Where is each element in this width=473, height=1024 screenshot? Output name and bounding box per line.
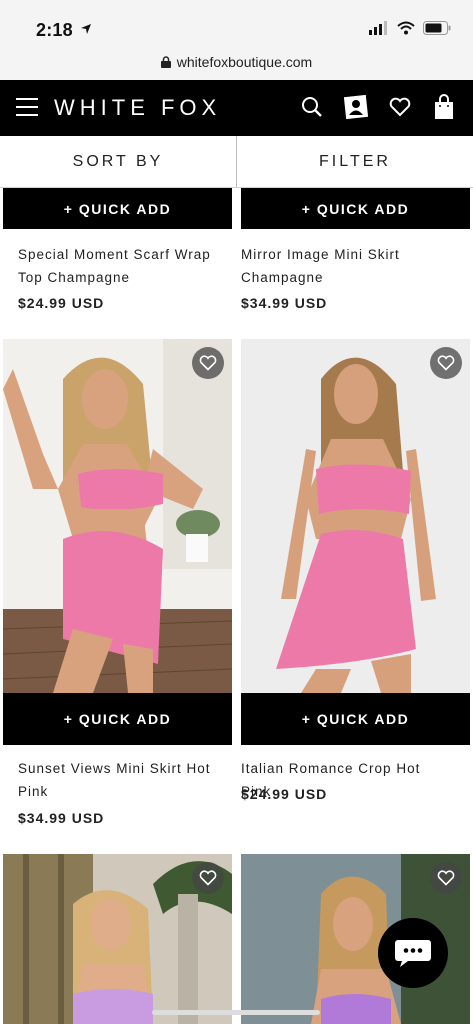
product-price: $24.99 USD bbox=[18, 295, 105, 311]
wifi-icon bbox=[397, 21, 415, 35]
status-time: 2:18 bbox=[36, 20, 73, 40]
product-price: $34.99 USD bbox=[241, 295, 328, 311]
product-title[interactable]: Special Moment Scarf Wrap Top Champagne bbox=[18, 243, 228, 289]
battery-icon bbox=[423, 21, 451, 35]
home-indicator[interactable] bbox=[152, 1010, 320, 1015]
lock-icon bbox=[160, 56, 171, 68]
chat-button[interactable] bbox=[378, 918, 448, 988]
wishlist-heart-icon[interactable] bbox=[192, 347, 224, 379]
product-price: $34.99 USD bbox=[18, 810, 105, 826]
quick-add-button[interactable]: + QUICK ADD bbox=[3, 693, 232, 745]
product-price: $24.99 USD bbox=[241, 786, 328, 802]
account-icon[interactable] bbox=[343, 94, 369, 120]
filter-button[interactable]: FILTER bbox=[237, 136, 473, 187]
product-title[interactable]: Sunset Views Mini Skirt Hot Pink bbox=[18, 757, 228, 803]
sort-filter-bar: SORT BY FILTER bbox=[0, 136, 473, 188]
product-image[interactable] bbox=[3, 854, 232, 1024]
wishlist-icon[interactable] bbox=[387, 94, 413, 120]
url-text: whitefoxboutique.com bbox=[176, 54, 313, 70]
brand-logo[interactable]: WHITE FOX bbox=[54, 95, 221, 121]
menu-icon[interactable] bbox=[16, 98, 38, 116]
search-icon[interactable] bbox=[299, 94, 325, 120]
status-bar: 2:18 bbox=[0, 0, 473, 44]
bag-icon[interactable] bbox=[431, 94, 457, 120]
product-title[interactable]: Mirror Image Mini Skirt Champagne bbox=[241, 243, 451, 289]
quick-add-button[interactable]: + QUICK ADD bbox=[241, 188, 470, 229]
product-image[interactable] bbox=[3, 339, 232, 693]
wishlist-heart-icon[interactable] bbox=[430, 862, 462, 894]
site-header: WHITE FOX bbox=[0, 80, 473, 136]
url-bar[interactable]: whitefoxboutique.com bbox=[0, 44, 473, 80]
wishlist-heart-icon[interactable] bbox=[192, 862, 224, 894]
sort-button[interactable]: SORT BY bbox=[0, 136, 236, 187]
wishlist-heart-icon[interactable] bbox=[430, 347, 462, 379]
location-arrow-icon bbox=[81, 24, 91, 34]
product-image[interactable] bbox=[241, 339, 470, 693]
signal-icon bbox=[369, 21, 387, 35]
quick-add-button[interactable]: + QUICK ADD bbox=[3, 188, 232, 229]
quick-add-button[interactable]: + QUICK ADD bbox=[241, 693, 470, 745]
chat-bubble-icon bbox=[395, 940, 431, 967]
